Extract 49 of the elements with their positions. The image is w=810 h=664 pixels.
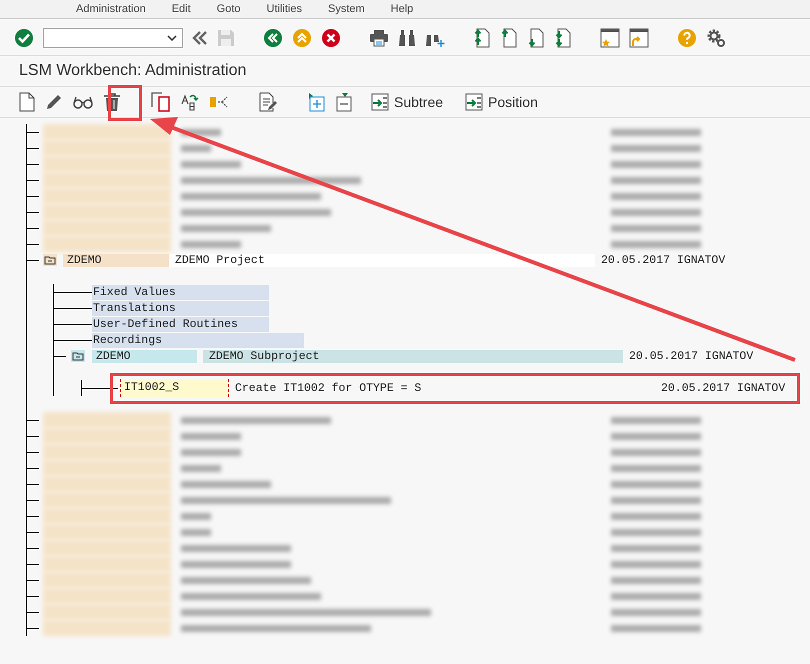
command-field[interactable] bbox=[43, 28, 183, 48]
object-description: Create IT1002 for OTYPE = S bbox=[235, 382, 422, 394]
checkmark-icon[interactable] bbox=[14, 28, 34, 48]
caret-icon[interactable] bbox=[167, 35, 177, 41]
previous-page-icon[interactable] bbox=[500, 28, 518, 48]
print-icon[interactable] bbox=[369, 29, 389, 47]
highlight-frame bbox=[108, 85, 142, 121]
position-button[interactable]: Position bbox=[461, 93, 542, 111]
last-page-icon[interactable] bbox=[554, 28, 572, 48]
object-name-field[interactable]: IT1002_S bbox=[120, 379, 229, 397]
window-title: LSM Workbench: Administration bbox=[19, 62, 246, 80]
project-name[interactable]: ZDEMO bbox=[63, 254, 169, 266]
cancel-icon[interactable] bbox=[321, 28, 341, 48]
tree-node[interactable]: Fixed Values bbox=[92, 284, 269, 300]
edit-document-icon[interactable] bbox=[259, 92, 277, 112]
ab-swap-icon[interactable] bbox=[181, 92, 199, 112]
menu-item[interactable]: Edit bbox=[172, 3, 191, 15]
back-icon[interactable] bbox=[263, 28, 283, 48]
menu-item[interactable]: Utilities bbox=[266, 3, 302, 15]
binoculars-icon[interactable] bbox=[398, 29, 416, 47]
arrow-list-icon[interactable] bbox=[371, 93, 389, 111]
trash-icon[interactable] bbox=[103, 92, 121, 112]
pencil-icon[interactable] bbox=[45, 93, 63, 111]
date-user: 20.05.2017 IGNATOV bbox=[601, 254, 726, 266]
collapse-icon[interactable] bbox=[335, 92, 353, 112]
menu-item[interactable]: Administration bbox=[76, 3, 146, 15]
next-page-icon[interactable] bbox=[527, 28, 545, 48]
expand-icon[interactable] bbox=[307, 92, 325, 112]
settings-icon[interactable] bbox=[706, 28, 726, 48]
subtree-button[interactable]: Subtree bbox=[367, 93, 448, 111]
tree-node[interactable]: User-Defined Routines bbox=[92, 316, 269, 332]
copy-icon[interactable] bbox=[151, 92, 171, 112]
arrow-list-icon[interactable] bbox=[465, 93, 484, 111]
tree-node[interactable]: Recordings bbox=[92, 332, 304, 348]
new-document-icon[interactable] bbox=[19, 92, 35, 112]
menu-item[interactable]: System bbox=[328, 3, 365, 15]
glasses-icon[interactable] bbox=[73, 95, 93, 109]
folder-icon[interactable] bbox=[43, 254, 57, 266]
project-description: ZDEMO Project bbox=[169, 254, 595, 266]
subproject-description: ZDEMO Subproject bbox=[203, 350, 623, 362]
first-page-icon[interactable] bbox=[473, 28, 491, 48]
date-user: 20.05.2017 IGNATOV bbox=[629, 350, 754, 362]
menu-item[interactable]: Help bbox=[390, 3, 414, 15]
tree-node[interactable]: Translations bbox=[92, 300, 269, 316]
subproject-name[interactable]: ZDEMO bbox=[92, 350, 197, 362]
menu-item[interactable]: Goto bbox=[216, 3, 241, 15]
date-user: 20.05.2017 IGNATOV bbox=[661, 382, 786, 394]
double-chevron-icon[interactable] bbox=[192, 30, 208, 46]
folder-icon[interactable] bbox=[71, 350, 85, 362]
